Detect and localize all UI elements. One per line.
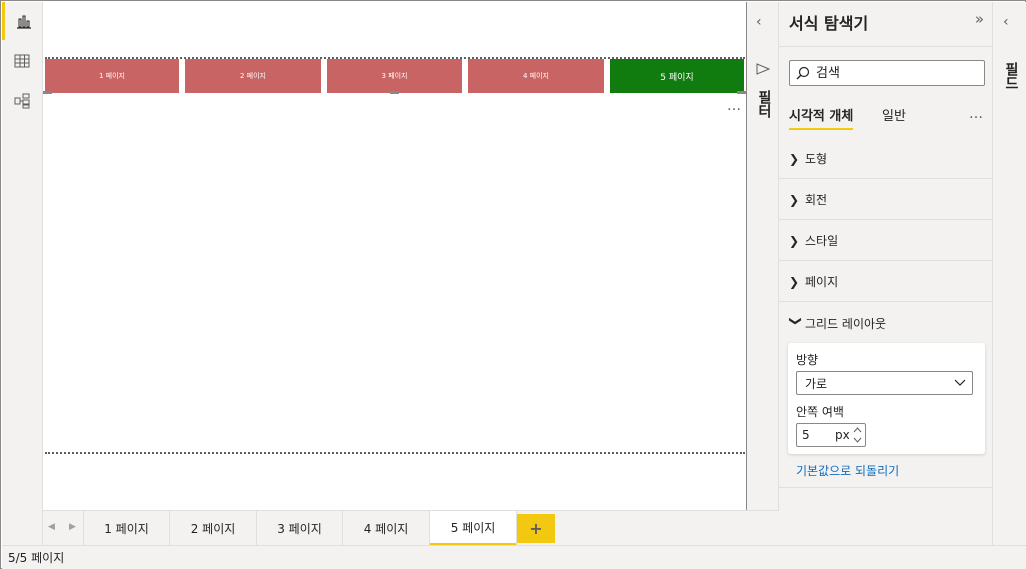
page-navigator-visual[interactable]: 1 페이지 2 페이지 3 페이지 4 페이지 5 페이지: [43, 59, 746, 95]
page-nav-button-label: 3 페이지: [381, 72, 408, 80]
page-tabs-bar: ◀ ▶ 1 페이지 2 페이지 3 페이지 4 페이지 5 페이지 +: [43, 510, 779, 546]
section-pages[interactable]: ❯ 페이지: [779, 262, 993, 302]
visual-more-options-button[interactable]: …: [727, 98, 742, 114]
padding-stepper[interactable]: 5 px: [796, 423, 866, 447]
reset-to-default-link[interactable]: 기본값으로 되돌리기: [796, 462, 899, 479]
divider: [779, 46, 993, 47]
page-tab-label: 1 페이지: [104, 522, 149, 536]
section-label: 그리드 레이아웃: [805, 316, 887, 331]
scroll-left-icon[interactable]: ◀: [48, 522, 55, 532]
resize-handle[interactable]: [737, 91, 746, 94]
canvas-bottom-border: [45, 452, 745, 454]
fields-pane-collapsed[interactable]: ‹ 필드: [993, 2, 1026, 545]
section-rotation[interactable]: ❯ 회전: [779, 180, 993, 220]
section-label: 도형: [805, 152, 828, 166]
page-tab-2[interactable]: 2 페이지: [170, 511, 257, 546]
report-view-icon: [16, 15, 31, 29]
chevron-left-icon[interactable]: ‹: [756, 14, 762, 30]
chevron-right-icon: ❯: [789, 233, 800, 248]
pane-title: 서식 탐색기: [789, 14, 869, 33]
section-label: 페이지: [805, 275, 839, 289]
add-page-button[interactable]: +: [517, 514, 555, 543]
section-style[interactable]: ❯ 스타일: [779, 221, 993, 261]
chevron-right-icon: ❯: [789, 274, 800, 289]
chevron-right-icon: ❯: [789, 192, 800, 207]
chevron-down-icon: ❯: [789, 316, 803, 327]
fields-label: 필드: [1003, 62, 1019, 90]
filters-pane-collapsed[interactable]: ‹ 필터: [747, 2, 779, 545]
stepper-arrows-icon[interactable]: [853, 426, 862, 444]
orientation-label: 방향: [796, 353, 819, 367]
page-tab-label: 4 페이지: [363, 522, 409, 536]
grid-layout-card: 방향 가로 안쪽 여백 5 px: [788, 343, 985, 454]
page-nav-button-3[interactable]: 3 페이지: [327, 59, 462, 93]
app-window: 1 페이지 2 페이지 3 페이지 4 페이지 5 페이지 … ‹ 필터 서식 …: [0, 0, 1026, 569]
collapse-pane-icon[interactable]: »: [975, 10, 984, 28]
search-input[interactable]: [816, 65, 976, 81]
model-view-button[interactable]: [2, 82, 42, 120]
page-tab-3[interactable]: 3 페이지: [257, 511, 343, 546]
orientation-value: 가로: [805, 376, 828, 391]
chevron-right-icon: ❯: [789, 151, 800, 166]
chevron-down-icon: [954, 379, 966, 386]
status-bar: 5/5 페이지: [2, 545, 1026, 569]
page-tab-1[interactable]: 1 페이지: [83, 511, 170, 546]
model-view-icon: [14, 93, 30, 109]
section-grid-layout[interactable]: ❯ 그리드 레이아웃: [779, 303, 993, 343]
more-options-button[interactable]: …: [969, 106, 984, 122]
chevron-left-icon[interactable]: ‹: [1003, 14, 1009, 30]
page-nav-button-label: 4 페이지: [523, 72, 549, 80]
divider: [779, 487, 993, 488]
page-tab-label: 3 페이지: [277, 522, 322, 536]
padding-label: 안쪽 여백: [796, 405, 844, 419]
view-switcher-rail: [2, 2, 43, 545]
report-view-button[interactable]: [2, 2, 42, 40]
tab-general[interactable]: 일반: [882, 105, 906, 128]
orientation-dropdown[interactable]: 가로: [796, 371, 973, 395]
page-nav-button-label: 1 페이지: [99, 72, 125, 80]
table-view-icon: [14, 54, 30, 68]
report-canvas[interactable]: 1 페이지 2 페이지 3 페이지 4 페이지 5 페이지 …: [43, 2, 746, 510]
search-icon: [796, 66, 810, 80]
table-view-button[interactable]: [2, 42, 42, 80]
page-nav-button-4[interactable]: 4 페이지: [468, 59, 604, 93]
filters-label: 필터: [756, 90, 772, 118]
padding-unit: px: [835, 428, 850, 442]
section-label: 회전: [805, 193, 828, 207]
section-label: 스타일: [805, 234, 839, 248]
filter-icon: [756, 63, 770, 75]
resize-handle[interactable]: [390, 91, 399, 94]
section-shape[interactable]: ❯ 도형: [779, 139, 993, 179]
tab-visual[interactable]: 시각적 개체: [789, 105, 854, 130]
page-tab-label: 5 페이지: [450, 520, 496, 535]
page-tab-5[interactable]: 5 페이지: [430, 511, 517, 546]
format-pane: 서식 탐색기 » 시각적 개체 일반 … ❯ 도형 ❯ 회전 ❯ 스타일 ❯ 페…: [779, 2, 993, 545]
page-indicator: 5/5 페이지: [8, 551, 65, 565]
search-box[interactable]: [789, 60, 985, 86]
page-nav-button-2[interactable]: 2 페이지: [185, 59, 321, 93]
page-tab-label: 2 페이지: [190, 522, 236, 536]
resize-handle[interactable]: [43, 91, 52, 94]
scroll-right-icon[interactable]: ▶: [69, 522, 76, 532]
page-nav-button-5[interactable]: 5 페이지: [610, 59, 744, 93]
padding-value[interactable]: 5: [797, 428, 835, 442]
page-nav-button-label: 5 페이지: [660, 72, 694, 83]
page-tab-4[interactable]: 4 페이지: [343, 511, 430, 546]
page-nav-button-1[interactable]: 1 페이지: [45, 59, 179, 93]
page-nav-button-label: 2 페이지: [240, 72, 266, 80]
